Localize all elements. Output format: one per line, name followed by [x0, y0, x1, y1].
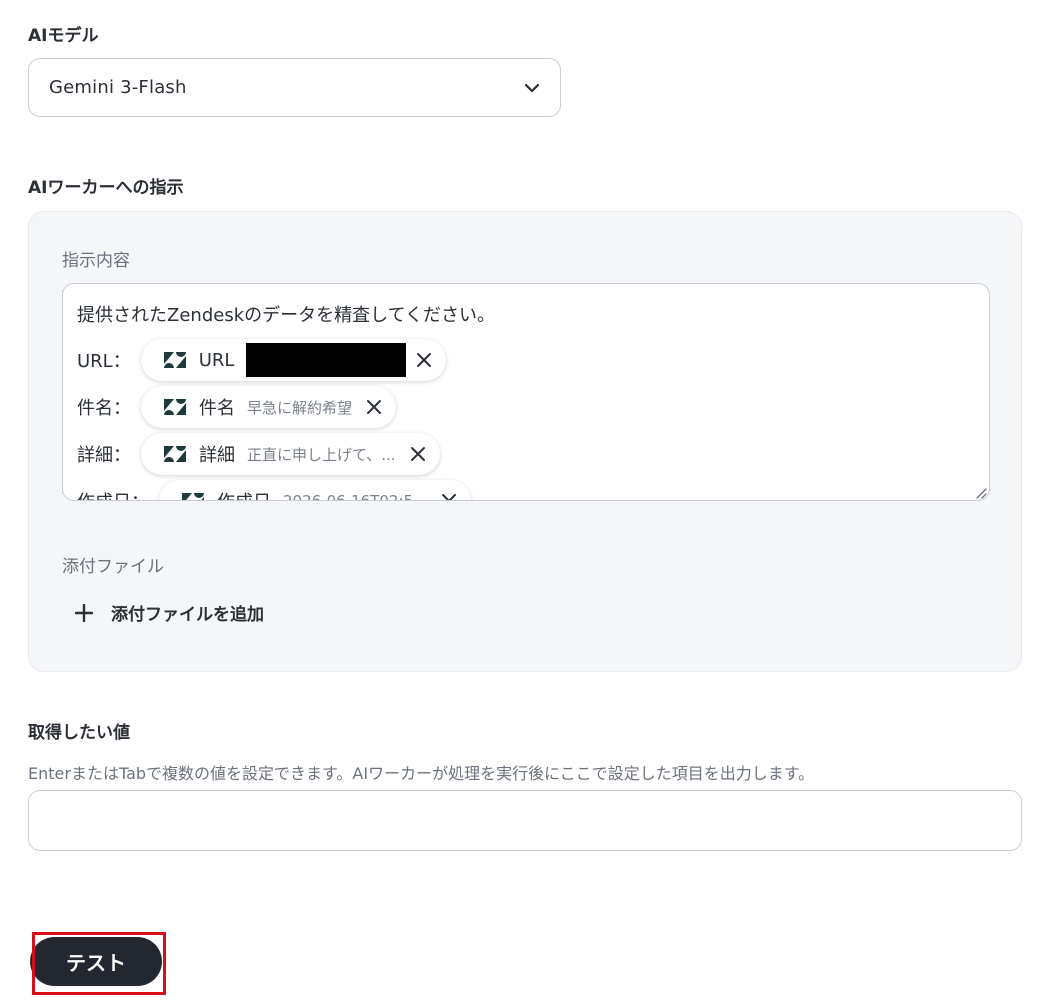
resize-grip-icon[interactable]	[973, 484, 987, 499]
close-icon[interactable]	[408, 444, 428, 464]
output-values-input[interactable]	[28, 790, 1022, 851]
variable-chip-subject[interactable]: 件名 早急に解約希望	[141, 386, 397, 428]
zendesk-icon	[163, 445, 187, 463]
ai-model-selected-value: Gemini 3-Flash	[49, 77, 187, 98]
attachment-label: 添付ファイル	[62, 557, 164, 577]
zendesk-icon	[163, 351, 187, 369]
close-icon[interactable]	[364, 397, 384, 417]
row-label-url: URL：	[77, 351, 131, 372]
highlight-box	[32, 932, 166, 995]
output-values-label: 取得したい値	[28, 723, 130, 743]
plus-icon	[74, 603, 94, 622]
chip-name: 詳細	[199, 445, 235, 466]
add-attachment-button[interactable]: 添付ファイルを追加	[74, 600, 264, 625]
instruction-row-created: 作成日： 作成日 2026-06-16T02:5...	[77, 480, 472, 501]
close-icon[interactable]	[439, 491, 459, 500]
instruction-textarea[interactable]: 提供されたZendeskのデータを精査してください。 URL： URL 件名： …	[62, 283, 990, 501]
instruction-label: AIワーカーへの指示	[28, 178, 184, 198]
chip-name: URL	[198, 349, 235, 371]
variable-chip-created[interactable]: 作成日 2026-06-16T02:5...	[159, 480, 472, 501]
ai-model-select[interactable]: Gemini 3-Flash	[28, 58, 561, 117]
instruction-first-line: 提供されたZendeskのデータを精査してください。	[77, 305, 496, 326]
instruction-row-detail: 詳細： 詳細 正直に申し上げて、...	[77, 433, 440, 475]
add-attachment-label: 添付ファイルを追加	[111, 605, 264, 625]
variable-chip-url[interactable]: URL	[140, 339, 447, 381]
chip-name: 件名	[199, 398, 235, 419]
instruction-row-url: URL： URL	[77, 339, 447, 381]
instruction-content-label: 指示内容	[62, 251, 130, 271]
ai-model-label: AIモデル	[28, 26, 99, 46]
output-values-description: EnterまたはTabで複数の値を設定できます。AIワーカーが処理を実行後にここ…	[28, 764, 815, 783]
instruction-panel: 指示内容 提供されたZendeskのデータを精査してください。 URL： URL	[28, 211, 1022, 672]
chevron-down-icon	[524, 80, 540, 96]
chip-name: 作成日	[217, 488, 271, 500]
zendesk-icon	[181, 492, 205, 500]
chip-value: 正直に申し上げて、...	[247, 445, 396, 464]
close-icon[interactable]	[414, 350, 434, 370]
redacted-value	[246, 343, 407, 377]
row-label-detail: 詳細：	[77, 445, 131, 466]
zendesk-icon	[163, 398, 187, 416]
variable-chip-detail[interactable]: 詳細 正直に申し上げて、...	[141, 433, 440, 475]
ai-worker-settings: AIモデル Gemini 3-Flash AIワーカーへの指示 指示内容 提供さ…	[0, 0, 1046, 1001]
row-label-created: 作成日：	[77, 488, 149, 500]
row-label-subject: 件名：	[77, 398, 131, 419]
chip-value: 2026-06-16T02:5...	[283, 492, 428, 501]
instruction-row-subject: 件名： 件名 早急に解約希望	[77, 386, 397, 428]
chip-value: 早急に解約希望	[247, 398, 353, 417]
